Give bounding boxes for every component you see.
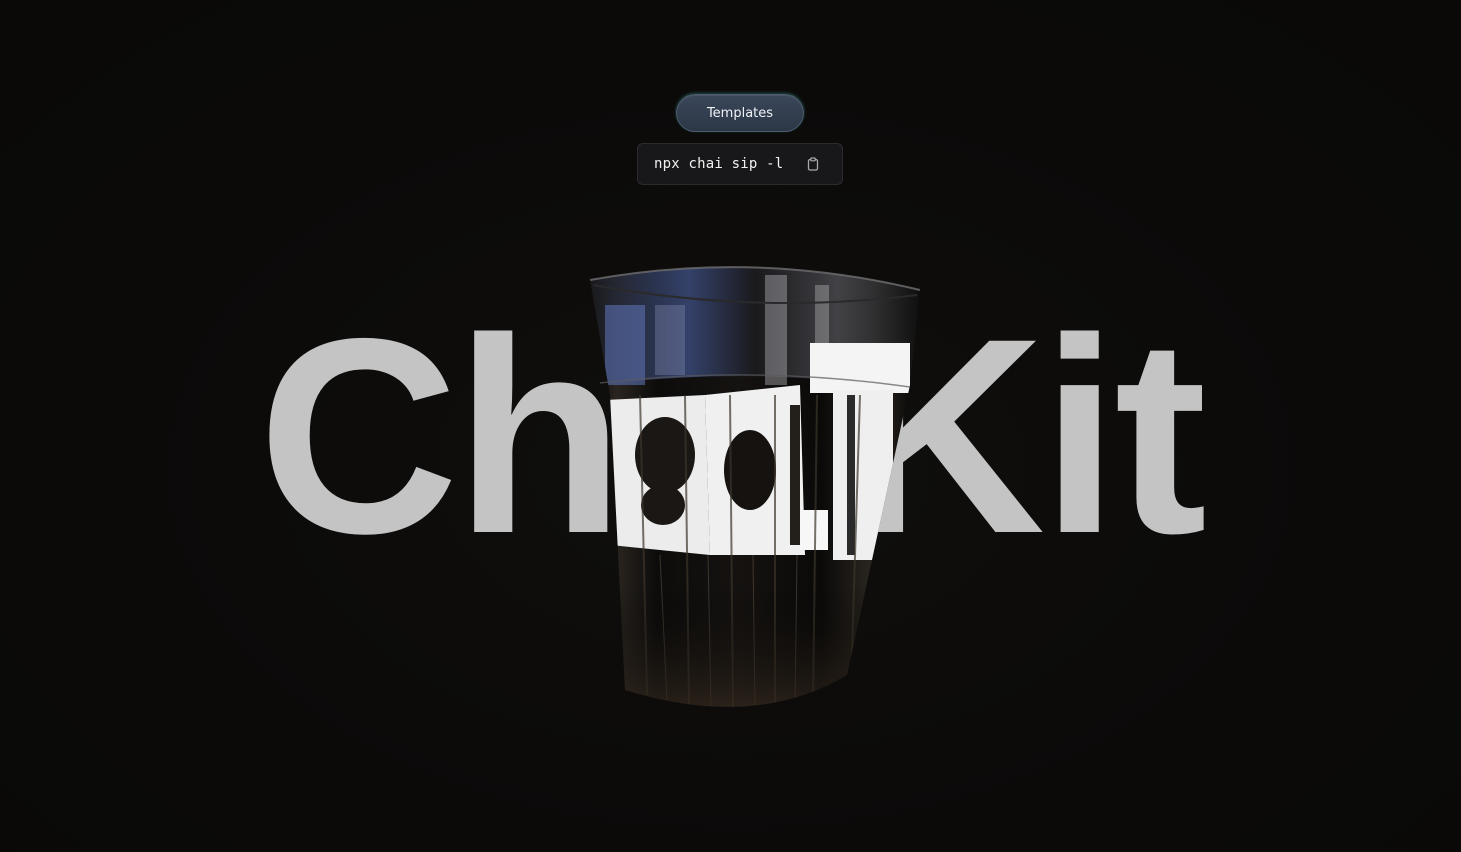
command-snippet: npx chai sip -l [637,143,843,185]
clipboard-icon [807,157,819,171]
templates-button-label: Templates [706,105,774,121]
command-text: npx chai sip -l [654,156,784,172]
page: Templates npx chai sip -l ChaiKit [0,0,1461,852]
copy-button[interactable] [805,156,821,172]
glass-cup-illustration [589,266,921,707]
templates-button[interactable]: Templates [676,94,804,132]
